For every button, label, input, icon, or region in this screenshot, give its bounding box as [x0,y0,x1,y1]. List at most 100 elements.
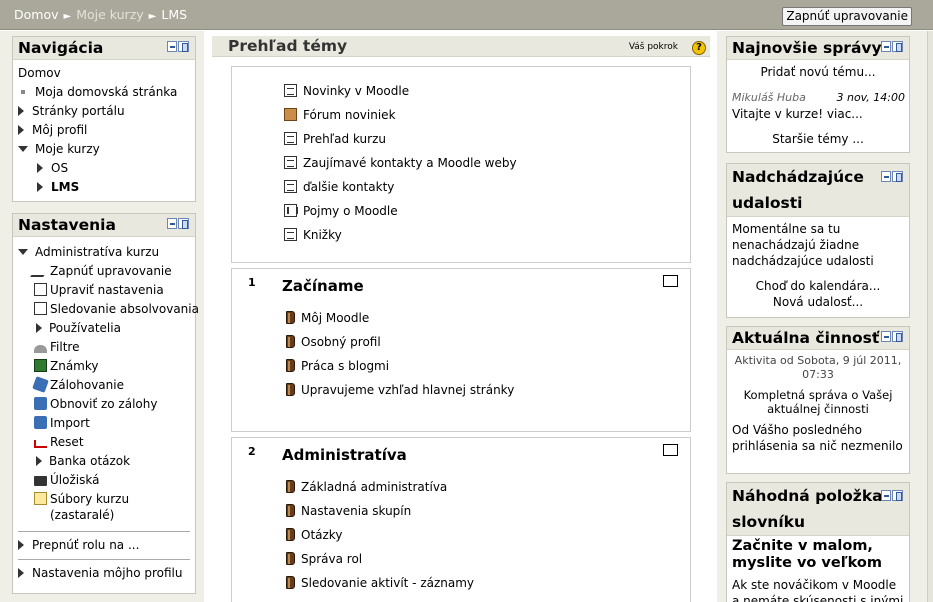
section-title[interactable]: Administratíva [282,446,407,464]
profile-settings-item[interactable]: Nastavenia môjho profilu [18,564,190,583]
calendar-link[interactable]: Choď do kalendára... [727,278,909,294]
breadcrumb-home[interactable]: Domov [14,7,59,22]
activity-link[interactable]: Správa rol [284,552,362,566]
dock-icon[interactable] [892,490,903,501]
activity-link[interactable]: Novinky v Moodle [284,84,409,98]
settings-item[interactable]: Úložiská [34,471,190,490]
help-icon[interactable]: ? [692,41,706,55]
settings-item-label: (zastaralé) [50,508,115,522]
activity-link[interactable]: Upravujeme vzhľad hlavnej stránky [284,383,514,397]
collapse-icon[interactable] [881,331,891,342]
collapsed-icon [18,540,24,550]
activity-link[interactable]: Môj Moodle [284,311,369,325]
collapse-icon[interactable] [881,41,891,52]
nav-item[interactable]: Domov [18,64,190,83]
settings-item[interactable]: Upraviť nastavenia [34,281,190,300]
section-title[interactable]: Začíname [282,277,364,295]
settings-item[interactable]: Import [34,414,190,433]
grades-icon [34,359,47,372]
block-controls[interactable] [167,218,189,229]
dock-icon[interactable] [892,331,903,342]
settings-item[interactable]: Sledovanie absolvovania [34,300,199,319]
latest-news-title: Najnovšie správy [732,39,882,57]
profile-settings-label: Nastavenia môjho profilu [32,566,183,580]
activity-link[interactable]: Prehľad kurzu [284,132,386,146]
nothing-new-text: Od Vášho posledného prihlásenia sa nič n… [732,423,903,453]
collapsed-icon [36,456,42,466]
activity-link[interactable]: Osobný profil [284,335,381,349]
new-event-link[interactable]: Nová udalosť... [727,294,909,310]
activity-link[interactable]: Knižky [284,228,342,242]
nav-item[interactable]: LMS [18,178,190,197]
switch-role-item[interactable]: Prepnúť rolu na ... [18,536,190,555]
page-title: Prehľad témy [228,37,348,55]
activity-link[interactable]: Nastavenia skupín [284,504,411,518]
highlight-toggle-icon[interactable] [663,275,678,287]
divider [18,531,190,532]
block-controls[interactable] [881,41,903,52]
activity-link[interactable]: Zaujímavé kontakty a Moodle weby [284,156,517,170]
collapsed-icon [18,106,24,116]
navigation-block-header: Navigácia [13,37,195,60]
nav-item[interactable]: OS [18,159,190,178]
nav-item[interactable]: Moje kurzy [18,140,190,159]
settings-item[interactable]: (zastaralé) [34,506,190,525]
activity-link[interactable]: Sledovanie aktivít - záznamy [284,576,474,590]
settings-item[interactable]: Filtre [34,338,190,357]
block-controls[interactable] [881,490,903,501]
block-controls[interactable] [881,171,903,182]
block-controls[interactable] [881,331,903,342]
collapse-icon[interactable] [167,218,177,229]
breadcrumb: Domov ► Moje kurzy ► LMS [14,7,187,22]
settings-item[interactable]: Banka otázok [34,452,190,471]
news-author[interactable]: Mikuláš Huba [732,91,806,104]
activity-label: Novinky v Moodle [303,84,410,98]
settings-item[interactable]: Zálohovanie [32,376,190,395]
nav-item-label: Domov [18,66,61,80]
highlight-toggle-icon[interactable] [663,444,678,456]
older-topics-link[interactable]: Staršie témy ... [727,131,909,147]
nav-item[interactable]: Stránky portálu [18,102,190,121]
forum-icon [284,108,297,121]
settings-item[interactable]: Obnoviť zo zálohy [34,395,190,414]
block-controls[interactable] [167,41,189,52]
activity-link[interactable]: Základná administratíva [284,480,447,494]
dock-icon[interactable] [892,41,903,52]
nav-item[interactable]: Môj profil [18,121,190,140]
add-topic-link[interactable]: Pridať novú tému... [727,64,909,80]
reset-icon [34,440,47,448]
activity-link[interactable]: Práca s blogmi [284,359,389,373]
activity-label: Základná administratíva [301,480,448,494]
nav-item[interactable]: Moja domovská stránka [18,83,190,102]
edit-icon [30,264,51,277]
section-0: Novinky v Moodle Fórum noviniek Prehľad ku… [231,66,691,263]
activity-link[interactable]: ďalšie kontakty [284,180,394,194]
settings-item[interactable]: Reset [34,433,190,452]
activity-link[interactable]: Otázky [284,528,342,542]
settings-profile: Nastavenia môjho profilu [13,564,195,583]
nav-item-label: OS [51,161,69,175]
settings-item[interactable]: Známky [34,357,190,376]
collapse-icon[interactable] [167,41,177,52]
settings-item-label: Sledovanie absolvovania [50,302,199,316]
breadcrumb-current[interactable]: LMS [161,7,187,22]
dock-icon[interactable] [892,171,903,182]
page-icon [284,84,297,97]
dock-icon[interactable] [178,41,189,52]
breadcrumb-my-courses[interactable]: Moje kurzy [76,7,143,22]
collapse-icon[interactable] [881,490,891,501]
settings-item[interactable]: Používatelia [34,319,190,338]
news-post[interactable]: Vitajte v kurze! viac... [727,106,909,122]
settings-item[interactable]: Zapnúť upravovanie [30,262,190,281]
activity-link[interactable]: Pojmy o Moodle [284,204,398,218]
settings-block: Nastavenia Administratíva kurzu Zapnúť u… [12,213,199,594]
settings-item-label: Filtre [50,340,80,354]
settings-course-admin[interactable]: Administratíva kurzu [18,243,190,262]
collapse-icon[interactable] [881,171,891,182]
book-icon [286,359,295,372]
dock-icon[interactable] [178,218,189,229]
activity-link[interactable]: Fórum noviniek [284,108,396,122]
scrollbar[interactable] [927,31,933,602]
full-report-link[interactable]: Kompletná správa o Vašej aktuálnej činno… [727,388,909,416]
turn-editing-on-button[interactable]: Zapnúť upravovanie [782,7,912,26]
